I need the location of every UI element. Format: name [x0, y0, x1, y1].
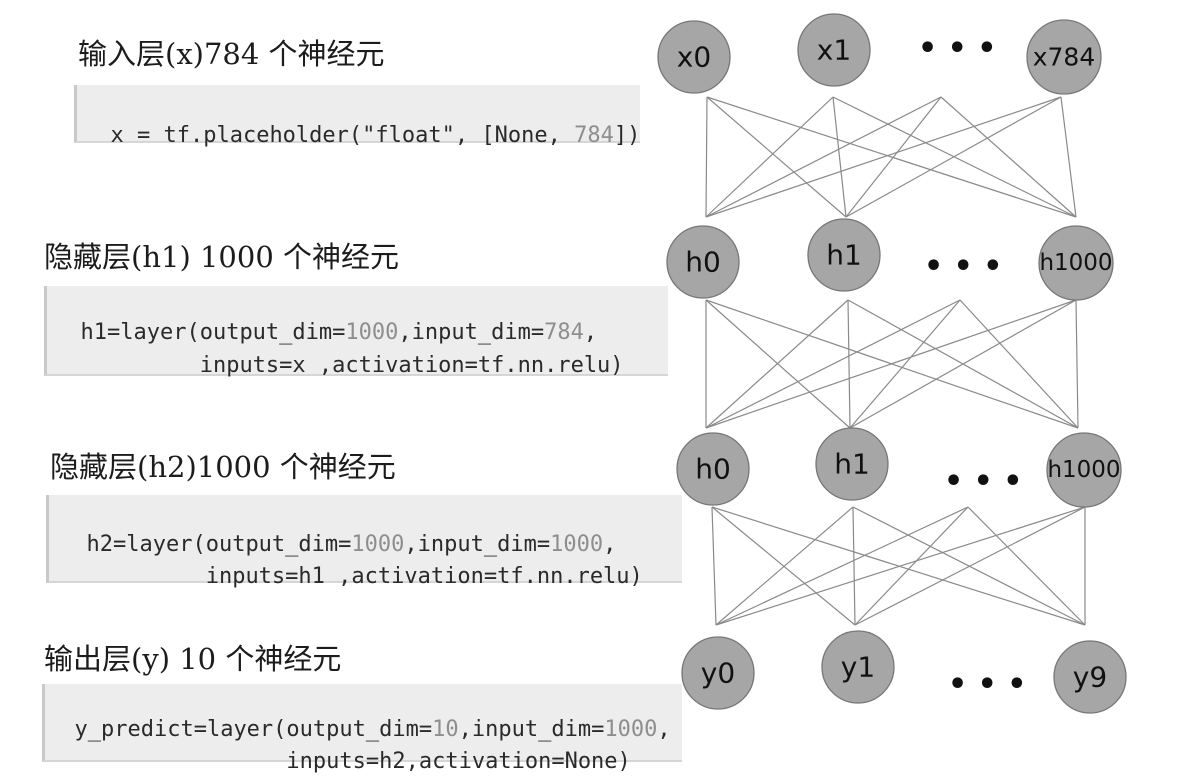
neuron-node: h1 — [807, 218, 881, 292]
neuron-node: x1 — [797, 13, 871, 87]
edge — [832, 96, 847, 218]
neuron-label: h0 — [685, 246, 721, 279]
ellipsis: • • • — [924, 249, 1002, 284]
edge — [1060, 96, 1077, 218]
edge — [852, 506, 856, 626]
edge — [1075, 299, 1079, 429]
edge — [849, 299, 961, 429]
neuron-node: h1000 — [1038, 225, 1114, 301]
neuron-node: h0 — [676, 432, 750, 506]
edge — [711, 506, 717, 626]
edge — [847, 299, 851, 429]
edge — [706, 96, 1077, 218]
edge — [705, 299, 961, 429]
edge — [705, 96, 942, 218]
edge — [706, 96, 847, 218]
network-diagram: x0 x1 x784 h0 h1 h1000 h0 h1 h1000 y0 y1… — [657, 13, 1127, 714]
neuron-node: h0 — [666, 225, 740, 299]
neuron-label: h1000 — [1047, 457, 1120, 483]
neuron-label: x1 — [817, 34, 851, 67]
ellipsis: • • • — [918, 31, 996, 66]
edges-group — [705, 96, 1086, 626]
neuron-label: h1 — [834, 448, 870, 481]
edge — [711, 506, 856, 626]
edge — [715, 506, 854, 626]
neuron-label: y0 — [701, 657, 735, 690]
neuron-node: h1 — [815, 427, 889, 501]
edge — [849, 299, 1077, 429]
neuron-label: y1 — [841, 651, 875, 684]
ellipsis: • • • — [944, 464, 1022, 499]
neuron-label: h1000 — [1039, 250, 1112, 276]
ellipsis: • • • — [948, 667, 1026, 702]
neuron-node: x784 — [1026, 19, 1102, 95]
edge — [715, 506, 969, 626]
neuron-node: x0 — [657, 20, 731, 94]
edge — [854, 506, 969, 626]
edge — [705, 96, 708, 218]
neuron-node: y9 — [1053, 640, 1127, 714]
edge — [845, 96, 1062, 218]
edge — [967, 506, 1086, 626]
neuron-label: y9 — [1073, 661, 1107, 694]
edge — [705, 96, 834, 218]
neuron-node: y1 — [821, 630, 895, 704]
neuron-label: x784 — [1033, 43, 1096, 72]
neuron-node: h1000 — [1046, 432, 1122, 508]
neuron-node: y0 — [681, 636, 755, 710]
neuron-label: h1 — [826, 239, 862, 272]
neuron-label: h0 — [695, 453, 731, 486]
neuron-label: x0 — [677, 41, 711, 74]
edge — [845, 96, 942, 218]
